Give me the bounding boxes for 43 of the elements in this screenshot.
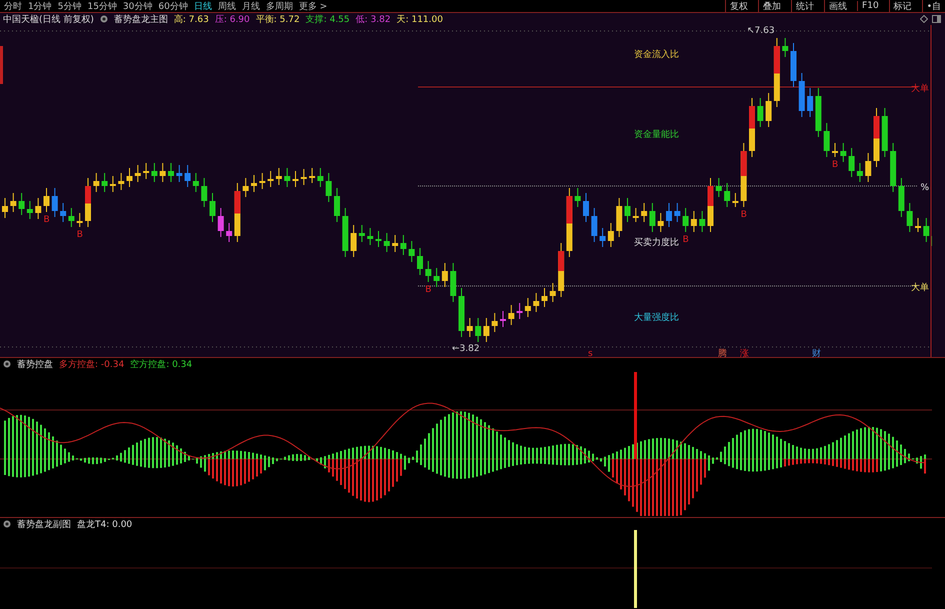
buy-signal-mark: B	[44, 215, 50, 225]
stat-value: 支撑: 4.55	[306, 14, 350, 26]
event-flag-label: s	[588, 349, 593, 357]
period-tab[interactable]: 1分钟	[28, 0, 52, 12]
period-tab[interactable]: 分时	[4, 0, 22, 12]
low-price-marker: ←3.82	[452, 344, 480, 354]
zone-label: 资金量能比	[634, 130, 679, 140]
level-label: 大单	[911, 283, 929, 293]
period-tab[interactable]: 月线	[242, 0, 260, 12]
stock-title: 中国天楹(日线 前复权)	[3, 14, 94, 26]
buy-signal-mark: B	[740, 210, 747, 220]
period-tab[interactable]: 30分钟	[122, 0, 152, 12]
indicator-name: 蓄势控盘	[17, 358, 53, 370]
event-flag-label: 财	[812, 349, 821, 357]
zone-label: 大量强度比	[634, 313, 679, 323]
period-tab[interactable]: 60分钟	[158, 0, 188, 12]
period-tab[interactable]: 多周期	[266, 0, 293, 12]
period-tab[interactable]: 15分钟	[87, 0, 117, 12]
indicator-reading: 盘龙T4: 0.00	[77, 518, 132, 530]
stat-value: 低: 3.82	[356, 14, 391, 26]
period-tab[interactable]: 周线	[218, 0, 236, 12]
stat-value: 天: 111.00	[396, 14, 443, 26]
zone-label: 资金流入比	[634, 50, 679, 60]
indicator-name: 蓄势盘龙副图	[17, 518, 71, 530]
buy-signal-mark: B	[682, 235, 689, 245]
long-control-reading: 多方控盘: -0.34	[59, 358, 124, 370]
high-price-marker: ↖7.63	[747, 26, 775, 36]
buy-signal-mark: B	[76, 230, 83, 240]
event-flag-label: 腾	[718, 349, 727, 357]
indicator-name: 蓄势盘龙主图	[114, 14, 168, 26]
short-control-reading: 空方控盘: 0.34	[130, 358, 192, 370]
buy-signal-mark: B	[425, 285, 432, 295]
toolbar-button[interactable]: F10	[857, 1, 883, 11]
period-tab[interactable]: 更多 >	[298, 0, 328, 12]
event-flag-label: 涨	[740, 349, 749, 357]
period-tab[interactable]: 日线	[194, 0, 212, 12]
period-tab[interactable]: 5分钟	[58, 0, 82, 12]
level-label: %	[920, 183, 929, 193]
buy-signal-mark: B	[832, 160, 838, 170]
stat-value: 高: 7.63	[174, 14, 209, 26]
zone-label: 买卖力度比	[634, 238, 679, 248]
stat-value: 压: 6.90	[214, 14, 250, 26]
stat-value: 平衡: 5.72	[256, 14, 300, 26]
